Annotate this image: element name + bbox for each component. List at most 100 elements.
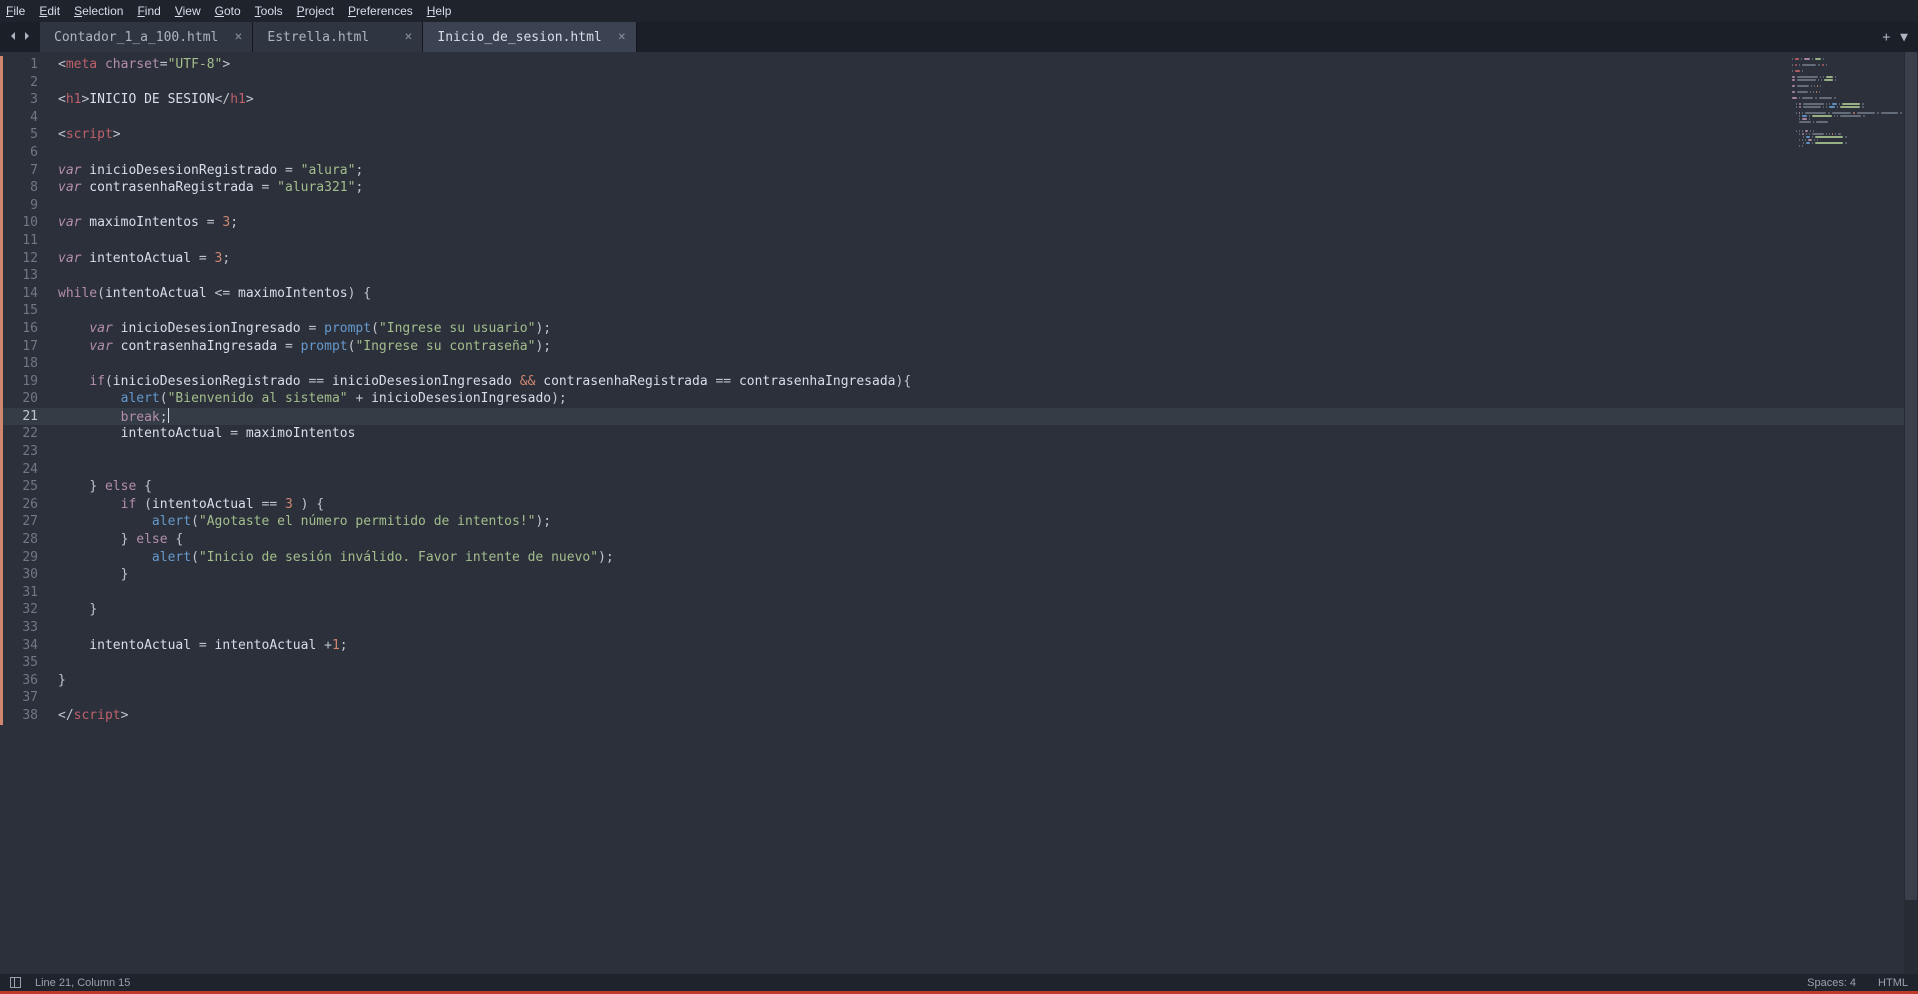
line-number[interactable]: 17: [0, 338, 52, 356]
code-line[interactable]: [52, 144, 1918, 162]
code-line[interactable]: var contrasenhaIngresada = prompt("Ingre…: [52, 338, 1918, 356]
line-number[interactable]: 23: [0, 443, 52, 461]
code-line[interactable]: alert("Inicio de sesión inválido. Favor …: [52, 549, 1918, 567]
code-line[interactable]: var contrasenhaRegistrada = "alura321";: [52, 179, 1918, 197]
code-line[interactable]: [52, 355, 1918, 373]
new-tab-button[interactable]: +: [1882, 30, 1890, 45]
code-line[interactable]: [52, 654, 1918, 672]
line-number[interactable]: 9: [0, 197, 52, 215]
line-number[interactable]: 25: [0, 478, 52, 496]
tab[interactable]: Contador_1_a_100.html×: [40, 22, 253, 52]
line-number[interactable]: 22: [0, 425, 52, 443]
line-number[interactable]: 37: [0, 689, 52, 707]
code-line[interactable]: var inicioDesesionIngresado = prompt("In…: [52, 320, 1918, 338]
code-line[interactable]: <script>: [52, 126, 1918, 144]
code-line[interactable]: alert("Bienvenido al sistema" + inicioDe…: [52, 390, 1918, 408]
nav-next-icon[interactable]: [22, 30, 32, 45]
line-number[interactable]: 8: [0, 179, 52, 197]
scrollbar-thumb[interactable]: [1905, 52, 1917, 900]
code-line[interactable]: }: [52, 672, 1918, 690]
tab-nav-arrows[interactable]: [0, 22, 40, 52]
code-line[interactable]: var inicioDesesionRegistrado = "alura";: [52, 162, 1918, 180]
code-line[interactable]: [52, 302, 1918, 320]
code-line[interactable]: [52, 232, 1918, 250]
line-number-gutter[interactable]: 1234567891011121314151617181920212223242…: [0, 52, 52, 974]
code-line[interactable]: </script>: [52, 707, 1918, 725]
editor[interactable]: 1234567891011121314151617181920212223242…: [0, 52, 1918, 974]
code-line[interactable]: [52, 197, 1918, 215]
code-line[interactable]: [52, 74, 1918, 92]
line-number[interactable]: 1: [0, 56, 52, 74]
cursor-position[interactable]: Line 21, Column 15: [35, 977, 130, 989]
menu-selection[interactable]: Selection: [74, 4, 123, 18]
line-number[interactable]: 24: [0, 461, 52, 479]
line-number[interactable]: 3: [0, 91, 52, 109]
code-line[interactable]: break;: [52, 408, 1918, 426]
line-number[interactable]: 20: [0, 390, 52, 408]
code-line[interactable]: [52, 443, 1918, 461]
line-number[interactable]: 10: [0, 214, 52, 232]
code-line[interactable]: [52, 109, 1918, 127]
menu-find[interactable]: Find: [137, 4, 160, 18]
menu-preferences[interactable]: Preferences: [348, 4, 413, 18]
tab-close-icon[interactable]: ×: [405, 30, 413, 45]
tab-close-icon[interactable]: ×: [618, 30, 626, 45]
code-line[interactable]: <meta charset="UTF-8">: [52, 56, 1918, 74]
code-line[interactable]: [52, 461, 1918, 479]
code-area[interactable]: <meta charset="UTF-8"> <h1>INICIO DE SESI…: [52, 52, 1918, 974]
line-number[interactable]: 35: [0, 654, 52, 672]
menu-file[interactable]: File: [6, 4, 25, 18]
tab[interactable]: Estrella.html×: [253, 22, 423, 52]
line-number[interactable]: 16: [0, 320, 52, 338]
line-number[interactable]: 28: [0, 531, 52, 549]
line-number[interactable]: 12: [0, 250, 52, 268]
line-number[interactable]: 36: [0, 672, 52, 690]
line-number[interactable]: 32: [0, 601, 52, 619]
code-line[interactable]: }: [52, 601, 1918, 619]
vertical-scrollbar[interactable]: [1904, 52, 1918, 974]
code-line[interactable]: }: [52, 566, 1918, 584]
code-line[interactable]: [52, 619, 1918, 637]
line-number[interactable]: 18: [0, 355, 52, 373]
code-line[interactable]: intentoActual = intentoActual +1;: [52, 637, 1918, 655]
line-number[interactable]: 29: [0, 549, 52, 567]
code-line[interactable]: [52, 584, 1918, 602]
code-line[interactable]: while(intentoActual <= maximoIntentos) {: [52, 285, 1918, 303]
line-number[interactable]: 21: [0, 408, 52, 426]
line-number[interactable]: 14: [0, 285, 52, 303]
code-line[interactable]: if(inicioDesesionRegistrado == inicioDes…: [52, 373, 1918, 391]
menu-edit[interactable]: Edit: [39, 4, 60, 18]
panel-toggle-icon[interactable]: [10, 977, 21, 988]
code-line[interactable]: var intentoActual = 3;: [52, 250, 1918, 268]
line-number[interactable]: 38: [0, 707, 52, 725]
line-number[interactable]: 31: [0, 584, 52, 602]
line-number[interactable]: 15: [0, 302, 52, 320]
line-number[interactable]: 11: [0, 232, 52, 250]
code-line[interactable]: var maximoIntentos = 3;: [52, 214, 1918, 232]
code-line[interactable]: [52, 267, 1918, 285]
line-number[interactable]: 33: [0, 619, 52, 637]
tab[interactable]: Inicio_de_sesion.html×: [423, 22, 636, 52]
tab-dropdown-icon[interactable]: ▼: [1900, 30, 1908, 45]
menu-tools[interactable]: Tools: [255, 4, 283, 18]
line-number[interactable]: 2: [0, 74, 52, 92]
line-number[interactable]: 4: [0, 109, 52, 127]
menu-help[interactable]: Help: [427, 4, 452, 18]
nav-prev-icon[interactable]: [8, 30, 18, 45]
menu-goto[interactable]: Goto: [215, 4, 241, 18]
line-number[interactable]: 13: [0, 267, 52, 285]
line-number[interactable]: 7: [0, 162, 52, 180]
line-number[interactable]: 6: [0, 144, 52, 162]
line-number[interactable]: 27: [0, 513, 52, 531]
line-number[interactable]: 5: [0, 126, 52, 144]
minimap[interactable]: [1792, 58, 1902, 148]
code-line[interactable]: alert("Agotaste el número permitido de i…: [52, 513, 1918, 531]
line-number[interactable]: 19: [0, 373, 52, 391]
code-line[interactable]: intentoActual = maximoIntentos: [52, 425, 1918, 443]
line-number[interactable]: 30: [0, 566, 52, 584]
code-line[interactable]: <h1>INICIO DE SESION</h1>: [52, 91, 1918, 109]
code-line[interactable]: if (intentoActual == 3 ) {: [52, 496, 1918, 514]
line-number[interactable]: 26: [0, 496, 52, 514]
indentation-status[interactable]: Spaces: 4: [1807, 977, 1856, 989]
code-line[interactable]: } else {: [52, 478, 1918, 496]
